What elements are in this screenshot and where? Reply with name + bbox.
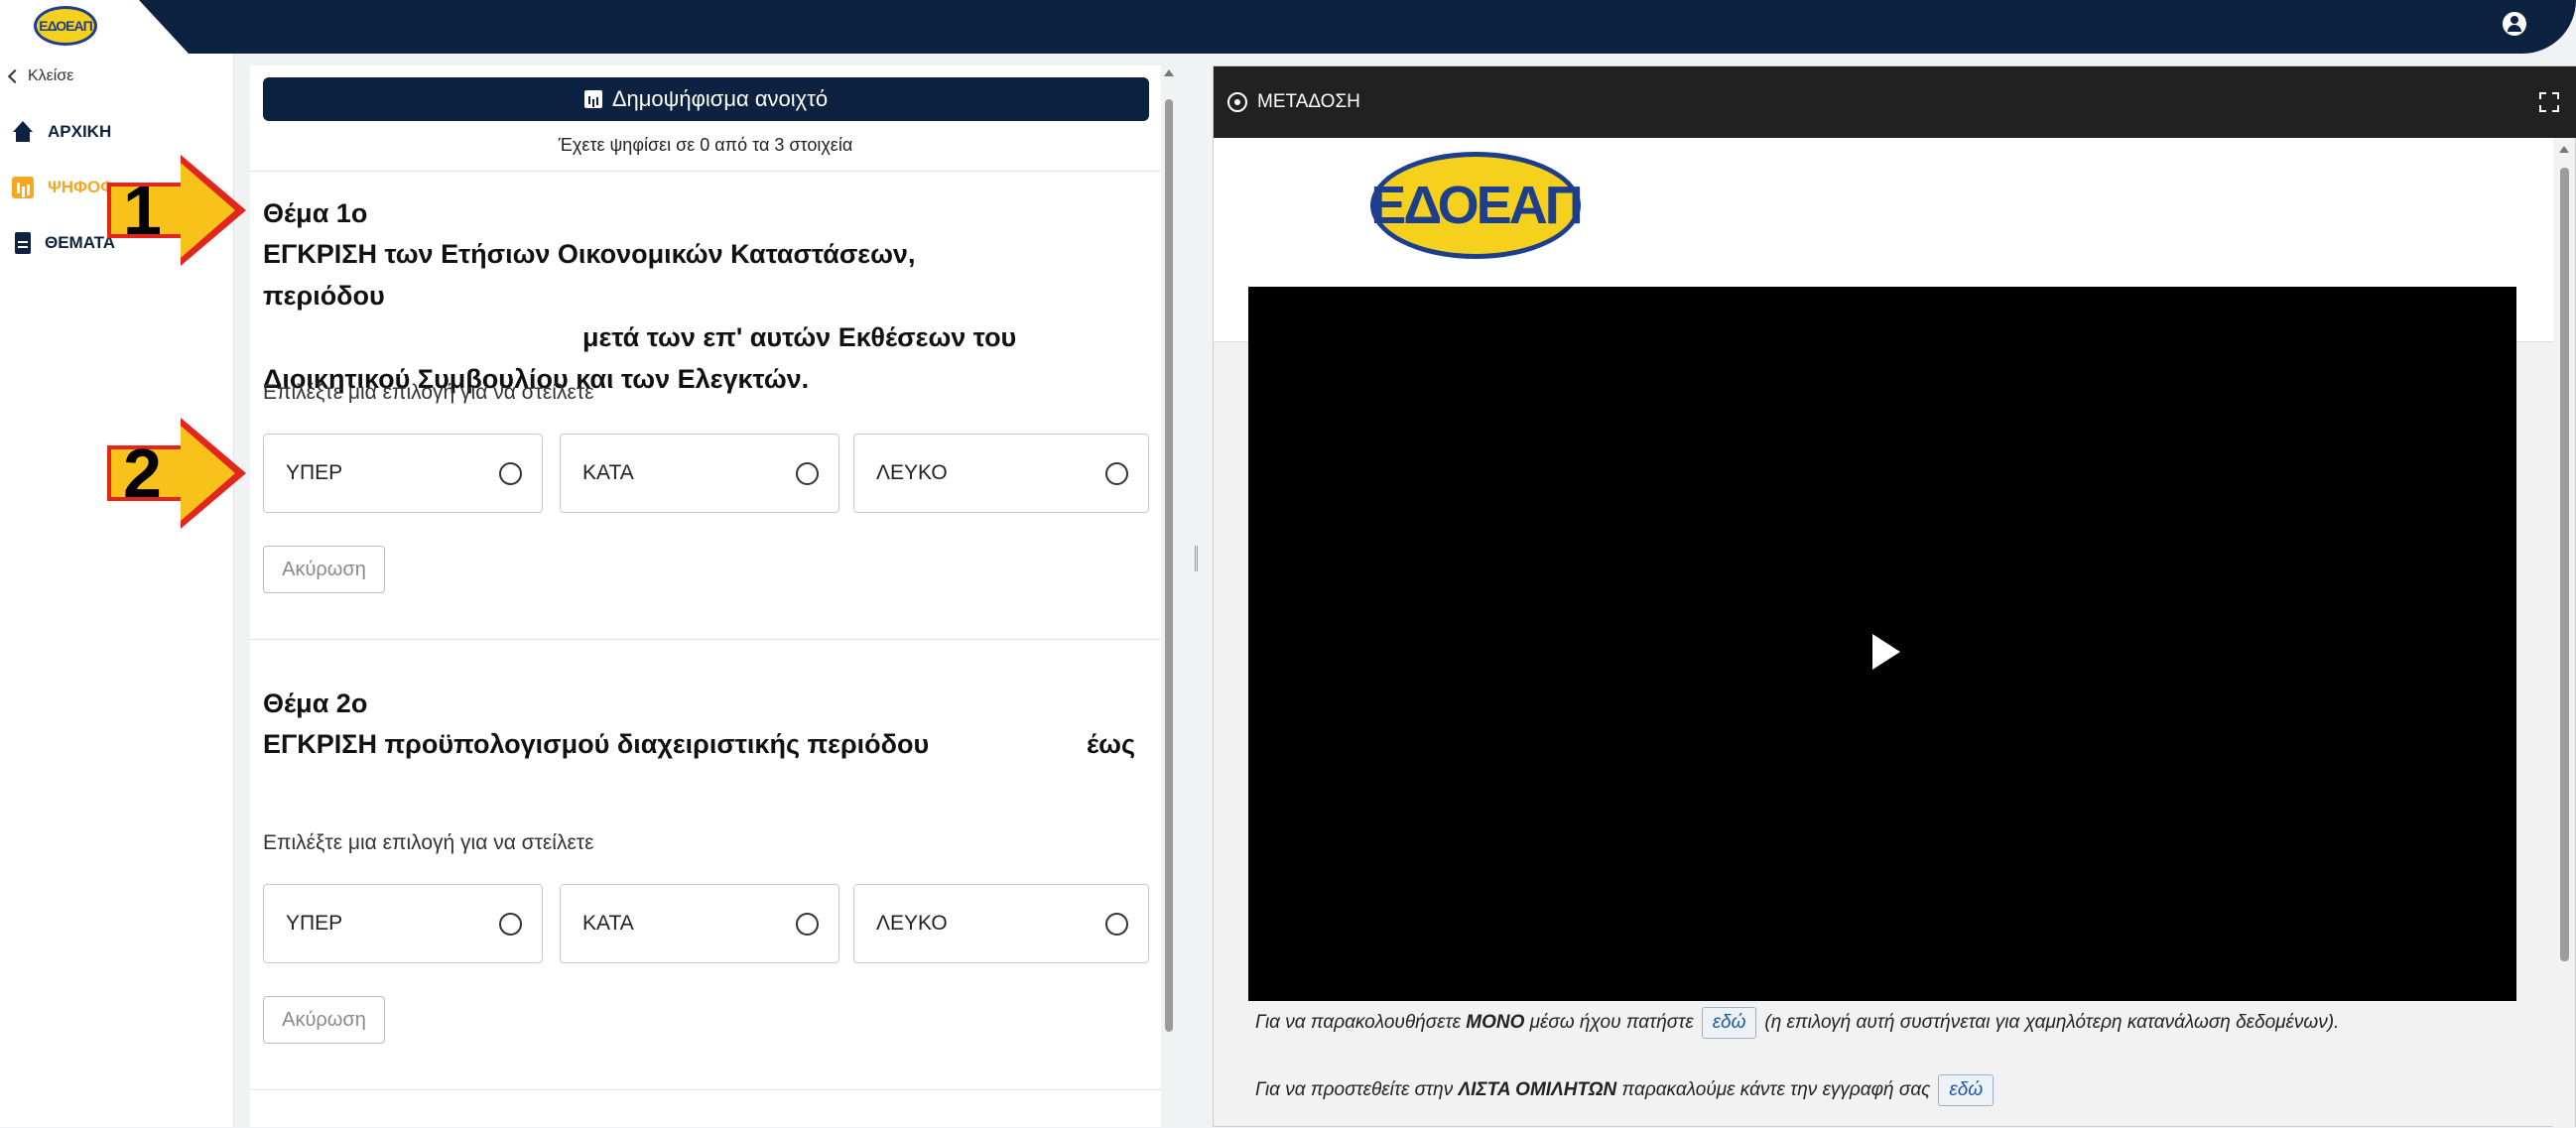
scroll-thumb[interactable] [2560,168,2569,961]
top-bar: ΕΔΟΕΑΠ [0,0,2576,54]
cancel-button[interactable]: Ακύρωση [263,546,385,593]
sidebar-item-label: ΘΕΜΑΤΑ [45,233,115,252]
radio-button[interactable] [1105,461,1128,485]
user-account-icon[interactable] [2503,12,2526,36]
option-blank[interactable]: ΛΕΥΚΟ [853,434,1149,513]
play-icon[interactable] [1872,634,1900,670]
header-band [139,0,2576,54]
topic-number: Θέμα 1ο [263,198,368,228]
stream-scrollbar[interactable] [2553,138,2575,1128]
cancel-button[interactable]: Ακύρωση [263,996,385,1044]
voting-panel: Δημοψήφισμα ανοιχτό Έχετε ψηφίσει σε 0 α… [250,65,1161,1127]
option-label: ΛΕΥΚΟ [876,912,948,935]
vote-instruction: Επιλέξτε μια επιλογή για να στείλετε [263,831,594,854]
scroll-thumb[interactable] [1165,99,1173,1032]
topic-2: Θέμα 2ο ΕΓΚΡΙΣΗ προϋπολογισμού διαχειρισ… [263,689,1135,765]
organization-logo: ΕΔΟΕΑΠ [1370,152,1584,259]
notice-bold: ΜΟΝΟ [1466,1012,1525,1033]
divider [250,171,1161,172]
fullscreen-icon[interactable] [2539,92,2559,112]
vote-instruction: Επιλέξτε μια επιλογή για να στείλετε [263,381,594,404]
chevron-left-icon [7,68,23,84]
annotation-number: 1 [123,172,162,249]
notice-text: μέσω ήχου πατήστε [1529,1012,1694,1033]
topic-title-line: ΕΓΚΡΙΣΗ προϋπολογισμού διαχειριστικής πε… [263,729,930,759]
notice-text: παρακαλούμε κάντε την εγγραφή σας [1621,1079,1931,1100]
voting-scrollbar[interactable] [1163,69,1175,1032]
divider [250,1089,1161,1090]
bar-chart-icon [12,177,34,198]
logo-text: ΕΔΟΕΑΠ [39,18,92,34]
radio-button[interactable] [796,461,819,485]
option-yes[interactable]: ΥΠΕΡ [263,434,543,513]
annotation-arrow-2: 2 [107,418,246,529]
annotation-number: 2 [123,435,162,512]
option-blank[interactable]: ΛΕΥΚΟ [853,884,1149,963]
stream-title: ΜΕΤΑΔΟΣΗ [1257,91,1360,112]
panel-resize-handle[interactable] [1195,546,1198,571]
close-label: Κλείσε [28,67,74,84]
topic-title-line: ΕΓΚΡΙΣΗ των Ετήσιων Οικονομικών Καταστάσ… [263,239,916,311]
topic-title-end: έως [1087,729,1136,759]
topic-title-line: μετά των επ' αυτών Εκθέσεων του [582,322,1017,352]
scroll-up-icon[interactable] [2559,146,2569,153]
option-label: ΥΠΕΡ [286,461,343,484]
radio-button[interactable] [499,461,522,485]
bar-chart-icon [583,90,602,108]
stream-panel: ΜΕΤΑΔΟΣΗ ΕΔΟΕΑΠ Για να παρακολουθήσετε Μ… [1213,65,2576,1128]
notice-bold: ΛΙΣΤΑ ΟΜΙΛΗΤΩΝ [1458,1079,1617,1100]
sidebar-item-home[interactable]: ΑΡΧΙΚΗ [0,105,234,159]
stream-header: ΜΕΤΑΔΟΣΗ [1214,66,2576,138]
video-player[interactable] [1248,287,2516,1001]
audio-only-link[interactable]: εδώ [1701,1007,1757,1039]
option-label: ΥΠΕΡ [286,912,343,935]
topic-title: ΕΓΚΡΙΣΗ προϋπολογισμού διαχειριστικής πε… [263,723,1135,765]
broadcast-icon [1227,92,1247,112]
divider [250,639,1161,640]
option-yes[interactable]: ΥΠΕΡ [263,884,543,963]
option-label: ΚΑΤΑ [582,912,634,935]
sidebar-close-link[interactable]: Κλείσε [7,67,74,85]
speakers-list-notice: Για να προστεθείτε στην ΛΙΣΤΑ ΟΜΙΛΗΤΩΝ π… [1255,1074,2001,1106]
topic-title: ΕΓΚΡΙΣΗ των Ετήσιων Οικονομικών Καταστάσ… [263,233,1037,400]
topic-number: Θέμα 2ο [263,689,368,718]
vote-header-title: Δημοψήφισμα ανοιχτό [611,86,829,111]
radio-button[interactable] [796,912,819,936]
sidebar-item-label: ΨΗΦΟΦ [48,178,115,196]
option-against[interactable]: ΚΑΤΑ [560,884,839,963]
document-icon [15,232,31,254]
speakers-register-link[interactable]: εδώ [1938,1074,1995,1106]
annotation-arrow-1: 1 [107,155,246,266]
option-against[interactable]: ΚΑΤΑ [560,434,839,513]
app-logo[interactable]: ΕΔΟΕΑΠ [34,6,97,46]
audio-only-notice: Για να παρακολουθήσετε ΜΟΝΟ μέσω ήχου πα… [1255,1007,2339,1039]
notice-text: Για να προστεθείτε στην [1255,1079,1454,1100]
vote-progress: Έχετε ψηφίσει σε 0 από τα 3 στοιχεία [558,135,853,155]
scroll-up-icon[interactable] [1164,69,1174,76]
logo-text: ΕΔΟΕΑΠ [1370,176,1583,235]
sidebar-item-label: ΑΡΧΙΚΗ [48,122,112,141]
notice-text: (η επιλογή αυτή συστήνεται για χαμηλότερ… [1764,1012,2340,1033]
radio-button[interactable] [1105,912,1128,936]
option-label: ΚΑΤΑ [582,461,634,484]
vote-status-header: Δημοψήφισμα ανοιχτό [263,77,1149,121]
notice-text: Για να παρακολουθήσετε [1255,1012,1461,1033]
option-label: ΛΕΥΚΟ [876,461,948,484]
topic-1: Θέμα 1ο ΕΓΚΡΙΣΗ των Ετήσιων Οικονομικών … [263,198,1037,400]
home-icon [12,121,34,143]
radio-button[interactable] [499,912,522,936]
